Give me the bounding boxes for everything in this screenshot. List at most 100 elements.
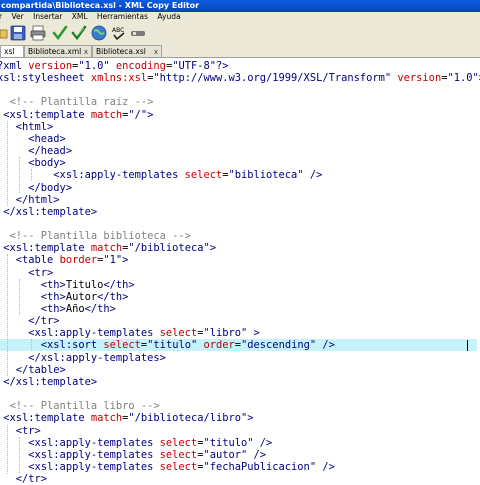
- code-token: >: [147, 109, 154, 121]
- code-token: "/": [128, 109, 148, 121]
- folder-icon[interactable]: [0, 25, 8, 41]
- tab-label: Biblioteca.xml: [28, 47, 82, 56]
- code-line[interactable]: </body>: [0, 182, 477, 194]
- code-line[interactable]: <xsl:apply-templates select="biblioteca"…: [0, 169, 477, 181]
- check-wellformed-icon[interactable]: [52, 25, 68, 41]
- tab-close-icon[interactable]: x: [84, 46, 88, 58]
- code-line[interactable]: <tr>: [0, 267, 477, 279]
- tab-biblioteca-xsl[interactable]: Biblioteca.xsl x: [92, 45, 162, 57]
- code-line[interactable]: [0, 84, 477, 96]
- tab-partial-xsl[interactable]: xsl: [0, 45, 24, 57]
- code-line[interactable]: <xsl:template match="/biblioteca">: [0, 242, 477, 254]
- code-line[interactable]: <table border="1">: [0, 254, 477, 266]
- menu-ayuda[interactable]: Ayuda: [157, 12, 180, 22]
- code-line[interactable]: <!-- Plantilla biblioteca -->: [0, 230, 477, 242]
- menu-xml[interactable]: XML: [72, 12, 88, 22]
- code-token: </th>: [97, 291, 129, 303]
- indent-guide: [7, 121, 8, 206]
- code-token: <xsl:template: [0, 412, 91, 424]
- code-line[interactable]: <xsl:template match="/biblioteca/libro">: [0, 412, 477, 424]
- code-token: <!-- Plantilla biblioteca -->: [0, 230, 191, 242]
- code-line[interactable]: </html>: [0, 194, 477, 206]
- code-token: select: [159, 461, 198, 473]
- code-token: Titulo: [65, 279, 104, 291]
- code-line[interactable]: [0, 388, 477, 400]
- code-token: </xsl:template>: [0, 376, 98, 388]
- code-token: </xsl:apply-templates>: [0, 352, 166, 364]
- menu-herramientas[interactable]: Herramientas: [97, 12, 148, 22]
- code-token: </head>: [0, 145, 73, 157]
- code-token: />: [259, 437, 273, 449]
- code-line[interactable]: </tr>: [0, 315, 477, 327]
- code-token: <table: [0, 254, 60, 266]
- code-line[interactable]: <th>Autor</th>: [0, 291, 477, 303]
- code-line[interactable]: <xsl:apply-templates select="libro" >: [0, 327, 477, 339]
- code-token: "1.0": [447, 72, 479, 84]
- print-icon[interactable]: [30, 25, 46, 41]
- menu-ver[interactable]: Ver: [11, 12, 23, 22]
- code-line[interactable]: </xsl:template>: [0, 376, 477, 388]
- code-token: <!-- Plantilla raiz -->: [0, 96, 154, 108]
- tab-label: Biblioteca.xsl: [96, 47, 146, 56]
- code-line[interactable]: <body>: [0, 157, 477, 169]
- globe-icon[interactable]: [91, 25, 107, 41]
- code-token: version: [397, 72, 442, 84]
- svg-text:ABC: ABC: [112, 27, 124, 34]
- code-editor[interactable]: ?xml version="1.0" encoding="UTF-8"?> xsl…: [0, 58, 480, 485]
- code-line[interactable]: </table>: [0, 364, 477, 376]
- code-line[interactable]: </head>: [0, 145, 477, 157]
- code-token: "UTF-8": [172, 60, 216, 72]
- save-icon[interactable]: [10, 25, 26, 41]
- code-line[interactable]: </tr>: [0, 473, 477, 485]
- code-token: >: [209, 242, 216, 254]
- code-line[interactable]: <xsl:template match="/">: [0, 109, 477, 121]
- code-line[interactable]: <tr>: [0, 425, 477, 437]
- spellcheck-icon[interactable]: ABC: [111, 25, 127, 41]
- code-line[interactable]: <th>Año</th>: [0, 303, 477, 315]
- code-line[interactable]: <xsl:sort select="titulo" order="descend…: [0, 339, 477, 351]
- code-token: xmlns:xsl: [90, 72, 148, 84]
- code-line[interactable]: <!-- Plantilla raiz -->: [0, 96, 477, 108]
- code-token: />: [322, 339, 335, 351]
- code-token: "/biblioteca": [128, 242, 210, 254]
- code-token: encoding: [115, 60, 166, 72]
- validate-icon[interactable]: [71, 25, 87, 41]
- code-line[interactable]: <xsl:apply-templates select="titulo" />: [0, 437, 477, 449]
- menu-file[interactable]: r: [0, 12, 2, 22]
- code-token: "fechaPublicacion": [203, 461, 323, 473]
- tab-biblioteca-xml[interactable]: Biblioteca.xml x: [24, 45, 92, 57]
- code-line[interactable]: </xsl:template>: [0, 206, 477, 218]
- indent-guide: [7, 425, 8, 474]
- text-caret: [467, 340, 468, 351]
- code-token: <xsl:template: [0, 109, 91, 121]
- code-line[interactable]: <html>: [0, 121, 477, 133]
- code-token: match: [90, 242, 123, 254]
- window-titlebar[interactable]: compartida\Biblioteca.xsl - XML Copy Edi…: [0, 0, 480, 12]
- code-token: "/biblioteca/libro": [128, 412, 248, 424]
- code-line[interactable]: <xsl:apply-templates select="fechaPublic…: [0, 461, 477, 473]
- code-token: <xsl:apply-templates: [0, 461, 160, 473]
- code-token: <th>: [0, 279, 66, 291]
- code-line[interactable]: <xsl:apply-templates select="autor" />: [0, 449, 477, 461]
- code-token: </th>: [103, 279, 135, 291]
- code-line[interactable]: xsl:stylesheet xmlns:xsl="http://www.w3.…: [0, 72, 480, 84]
- code-token: <th>: [0, 291, 66, 303]
- code-token: match: [90, 412, 123, 424]
- code-line[interactable]: </xsl:apply-templates>: [0, 352, 477, 364]
- tab-close-icon[interactable]: x: [154, 46, 158, 58]
- code-line[interactable]: <head>: [0, 133, 477, 145]
- code-token: ?xml: [0, 60, 29, 72]
- code-token: >: [247, 412, 254, 424]
- code-token: select: [103, 339, 141, 351]
- indent-guide: [19, 157, 20, 193]
- xpath-icon[interactable]: [130, 25, 146, 41]
- window-title: compartida\Biblioteca.xsl - XML Copy Edi…: [1, 1, 200, 10]
- indent-guide: [31, 339, 32, 351]
- code-line[interactable]: ?xml version="1.0" encoding="UTF-8"?>: [0, 60, 477, 72]
- code-line[interactable]: <!-- Plantilla libro -->: [0, 400, 477, 412]
- code-token: >: [253, 327, 260, 339]
- menu-insertar[interactable]: Insertar: [33, 12, 62, 22]
- code-line[interactable]: [0, 218, 477, 230]
- code-line[interactable]: <th>Titulo</th>: [0, 279, 477, 291]
- code-token: <xsl:apply-templates: [0, 449, 160, 461]
